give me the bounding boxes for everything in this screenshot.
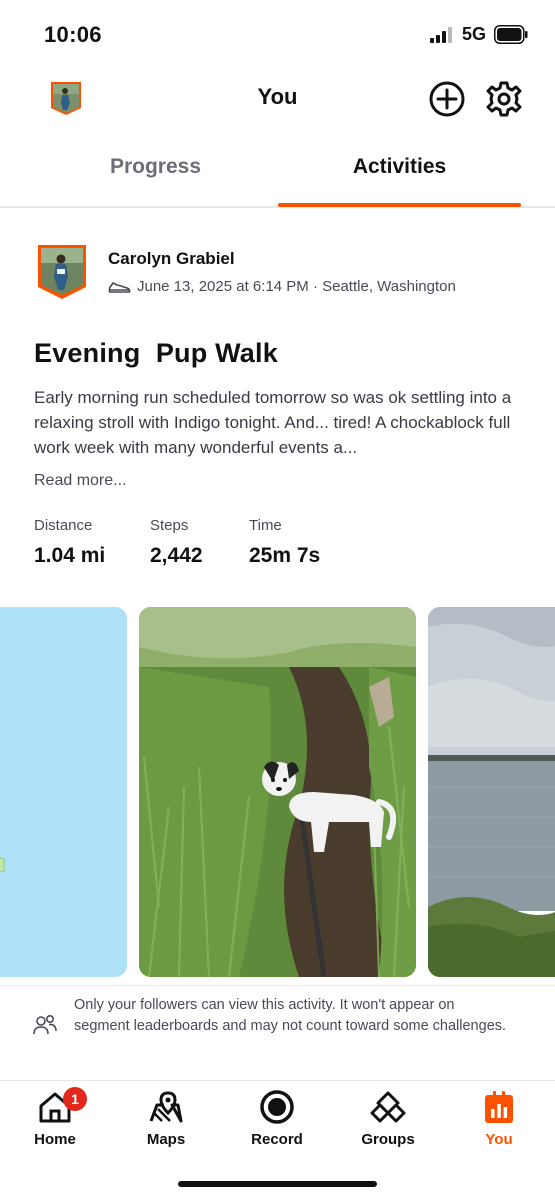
signal-icon [430, 27, 452, 43]
top-header: You [0, 70, 555, 130]
nav-label: Home [34, 1131, 76, 1148]
nav-label: Maps [146, 1131, 186, 1148]
followers-icon [33, 1014, 57, 1035]
privacy-notice: Only your followers can view this activi… [74, 997, 507, 1034]
nav-record[interactable]: Record [227, 1089, 327, 1148]
notification-badge: 1 [63, 1087, 87, 1111]
add-icon[interactable] [428, 80, 466, 118]
tab-progress[interactable]: Progress [33, 140, 278, 206]
nav-label: Record [251, 1131, 303, 1148]
status-bar: 10:06 5G [0, 0, 555, 70]
tab-activities[interactable]: Activities [277, 140, 522, 206]
activity-description: Early morning run scheduled tomorrow so … [34, 388, 512, 457]
stat-value: 25m 7s [249, 544, 321, 567]
nav-you[interactable]: You [449, 1089, 549, 1148]
media-carousel[interactable] [0, 607, 555, 977]
nav-home[interactable]: 1 Home [5, 1087, 105, 1148]
route-map[interactable] [0, 607, 127, 977]
activity-title[interactable]: Evening Pup Walk [34, 338, 278, 369]
nav-label: You [485, 1131, 513, 1148]
map-icon [149, 1091, 183, 1123]
network-label: 5G [462, 24, 487, 44]
stat-label: Time [249, 517, 282, 534]
record-icon [260, 1090, 294, 1124]
home-indicator [178, 1181, 377, 1187]
status-time: 10:06 [44, 22, 102, 47]
nav-label: Groups [361, 1131, 415, 1148]
nav-groups[interactable]: Groups [338, 1089, 438, 1148]
you-icon [485, 1091, 513, 1123]
athlete-avatar[interactable] [36, 243, 88, 301]
stat-value: 2,442 [150, 544, 203, 567]
activity-date-location: June 13, 2025 at 6:14 PM · Seattle, Wash… [137, 278, 456, 295]
nav-maps[interactable]: Maps [116, 1089, 216, 1148]
settings-gear-icon[interactable] [485, 80, 523, 118]
divider [0, 985, 555, 986]
athlete-name[interactable]: Carolyn Grabiel [108, 249, 235, 269]
stat-value: 1.04 mi [34, 544, 106, 567]
profile-tabs: Progress Activities [0, 140, 555, 208]
shoe-icon [108, 281, 131, 293]
battery-icon [494, 25, 528, 44]
stat-steps: Steps 2,442 [150, 517, 203, 568]
read-more-link[interactable]: Read more... [34, 472, 126, 490]
photo-lake[interactable] [428, 607, 555, 977]
stat-label: Distance [34, 517, 93, 534]
photo-dog-on-trail[interactable] [139, 607, 416, 977]
groups-icon [370, 1091, 406, 1123]
stat-time: Time 25m 7s [249, 517, 320, 568]
stat-label: Steps [150, 517, 189, 534]
active-tab-indicator [278, 203, 521, 207]
page-title: You [257, 84, 298, 109]
stat-distance: Distance 1.04 mi [34, 517, 105, 568]
activity-meta: June 13, 2025 at 6:14 PM · Seattle, Wash… [108, 278, 456, 295]
